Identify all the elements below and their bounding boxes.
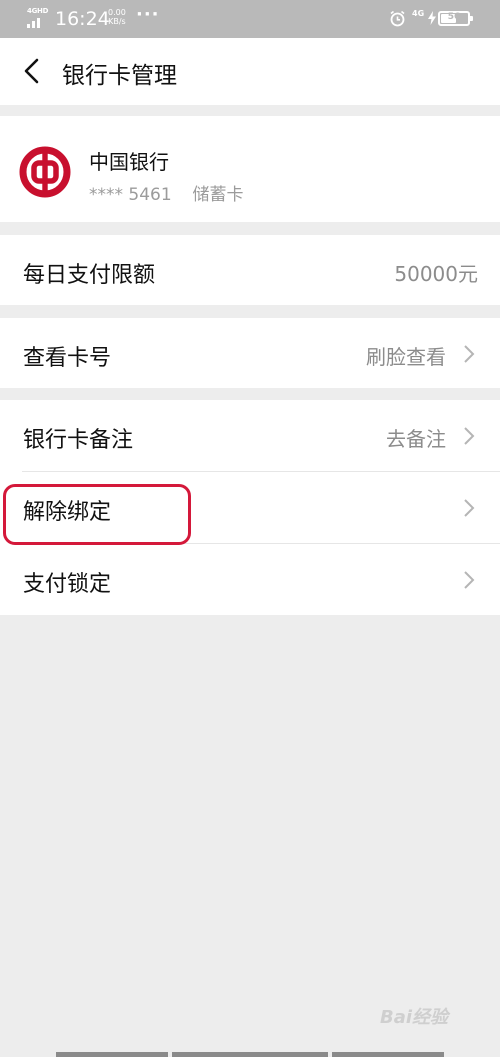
- view-number-section: 查看卡号 刷脸查看: [0, 318, 500, 388]
- speed-value: 0.00: [108, 8, 126, 17]
- chevron-right-icon: [464, 427, 475, 445]
- network-type: 4GHD: [27, 7, 49, 15]
- network-speed: 0.00 KB/s: [108, 8, 126, 26]
- bottom-gesture-bar: [0, 1052, 500, 1057]
- watermark: Bai经验: [380, 1007, 449, 1028]
- battery-level: 56: [447, 12, 461, 22]
- payment-lock-label: 支付锁定: [23, 572, 112, 597]
- daily-limit-section: 每日支付限额 50000元: [0, 235, 500, 305]
- view-card-number-row[interactable]: 查看卡号 刷脸查看: [0, 318, 500, 388]
- daily-limit-value: 50000元: [394, 262, 478, 286]
- daily-limit-row[interactable]: 每日支付限额 50000元: [0, 235, 500, 305]
- card-note-label: 银行卡备注: [23, 428, 134, 453]
- bank-card-management-screen: 4GHD 16:24 0.00 KB/s ··· 4G 56 银行卡管理 中国银…: [0, 0, 500, 1057]
- chevron-right-icon: [464, 571, 475, 589]
- add-note-link: 去备注: [386, 427, 446, 451]
- back-icon[interactable]: [18, 56, 48, 86]
- masked-card-number: **** 5461: [89, 185, 172, 205]
- chevron-right-icon: [464, 499, 475, 517]
- payment-lock-row[interactable]: 支付锁定: [0, 544, 500, 615]
- bank-card-info: [0, 116, 500, 222]
- face-verify-link: 刷脸查看: [366, 345, 446, 369]
- annotation-highlight: [3, 484, 191, 545]
- card-type: 储蓄卡: [192, 185, 244, 205]
- bank-of-china-logo: [19, 146, 71, 198]
- alarm-icon: [390, 10, 405, 27]
- daily-limit-label: 每日支付限额: [23, 263, 156, 288]
- bank-name: 中国银行: [89, 150, 169, 174]
- page-title: 银行卡管理: [62, 63, 177, 89]
- lte-indicator: 4G: [412, 9, 425, 18]
- card-number-line: **** 5461 储蓄卡: [89, 180, 243, 205]
- nav-header: 银行卡管理: [0, 38, 500, 105]
- view-card-number-label: 查看卡号: [23, 346, 112, 371]
- chevron-right-icon: [464, 345, 475, 363]
- status-bar: 4GHD 16:24 0.00 KB/s ··· 4G 56: [0, 0, 500, 38]
- battery-icon: 56: [438, 11, 473, 26]
- speed-unit: KB/s: [108, 17, 126, 26]
- status-time: 16:24: [55, 8, 110, 30]
- signal-icon: 4GHD: [27, 7, 49, 29]
- charging-icon: [428, 11, 436, 25]
- card-note-row[interactable]: 银行卡备注 去备注: [0, 400, 500, 472]
- more-notifications: ···: [136, 4, 160, 25]
